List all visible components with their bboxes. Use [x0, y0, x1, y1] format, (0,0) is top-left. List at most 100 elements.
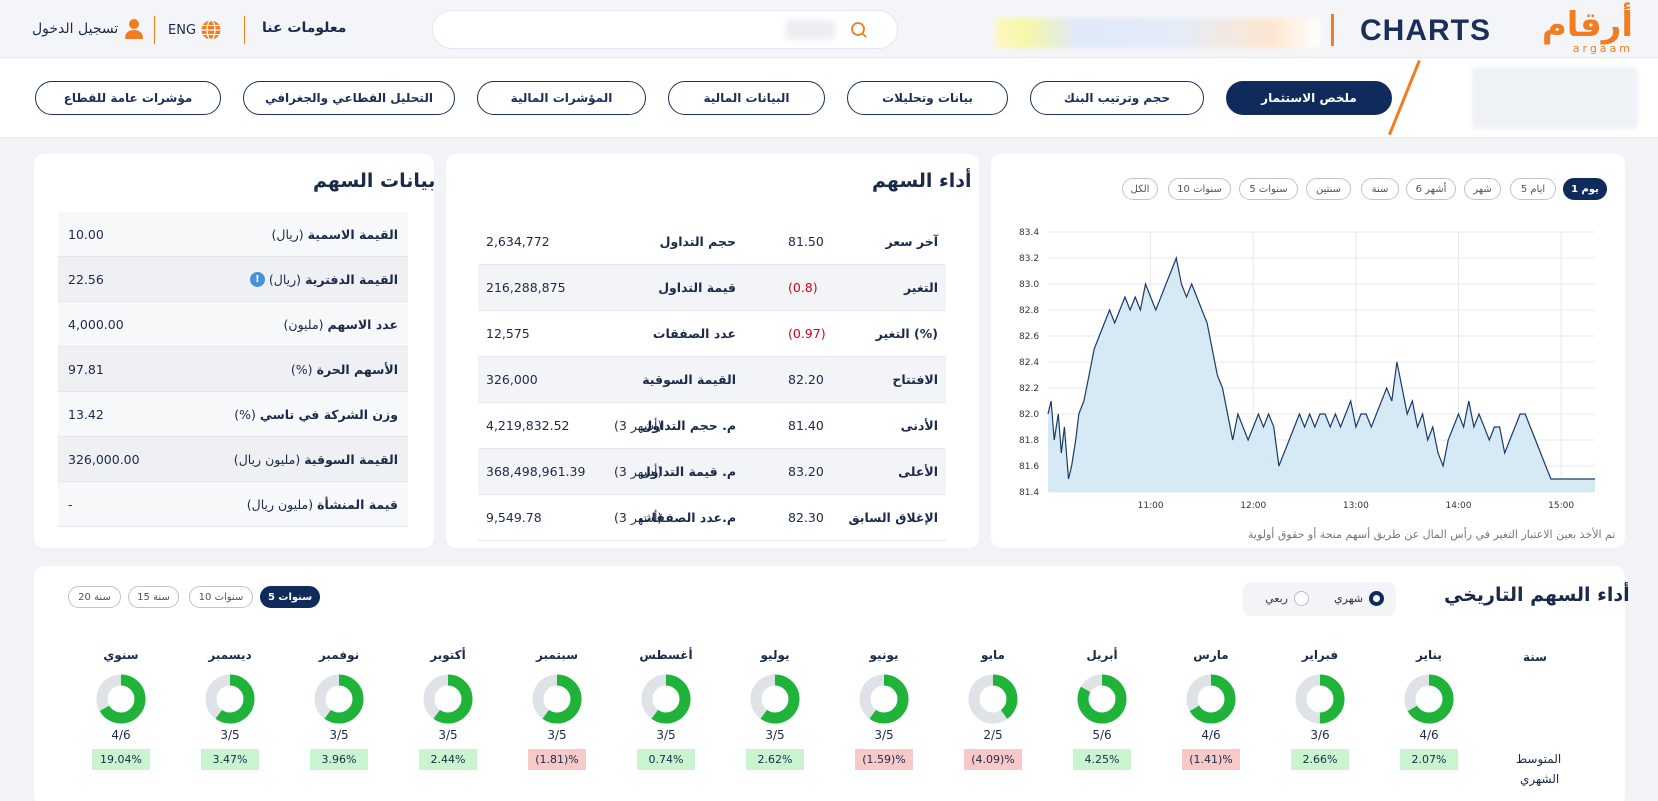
- range-pill[interactable]: 5 سنوات: [260, 586, 320, 608]
- price-chart: 83.4 83.2 83.0 82.8 82.6 82.4 82.2 82.0 81.8 81.6…: [1019, 228, 1595, 510]
- data-value: 10.00: [68, 227, 104, 242]
- period-pill[interactable]: شهر: [1464, 178, 1501, 200]
- month-name: سنوي: [103, 648, 139, 662]
- info-icon[interactable]: !: [249, 272, 265, 287]
- period-pill[interactable]: 1 يوم: [1563, 178, 1607, 200]
- data-label-text: القيمة الاسمية: [307, 227, 398, 242]
- radio-monthly[interactable]: شهري: [1334, 591, 1384, 606]
- ticker-strip: [995, 18, 1320, 48]
- language-label: ENG: [168, 22, 197, 38]
- y-tick-label: 81.8: [1019, 436, 1039, 446]
- metric-value: 12,575: [486, 326, 530, 341]
- period-pill[interactable]: 10 سنوات: [1168, 178, 1231, 200]
- about-link[interactable]: معلومات عنا: [262, 20, 346, 36]
- table-row: التغير (%) (0.97) عدد الصفقات 12,575: [478, 311, 946, 357]
- win-ratio-donut: [96, 674, 146, 724]
- globe-icon: [201, 19, 221, 41]
- radio-quarterly[interactable]: ربعي: [1265, 591, 1309, 606]
- win-ratio-donut: [750, 674, 800, 724]
- metric-period: (3 أشهر): [614, 464, 663, 479]
- metric-value: 82.30: [788, 510, 824, 525]
- period-pill[interactable]: سنة: [1361, 178, 1399, 200]
- top-bar: أرقام argaam CHARTS معلومات عنا ENG تسجي…: [0, 0, 1658, 58]
- month-name: أكتوبر: [430, 648, 466, 662]
- monthly-average-badge: 3.96%: [310, 749, 368, 770]
- divider: [244, 16, 245, 44]
- range-pill[interactable]: 20 سنة: [68, 586, 121, 608]
- divider: [154, 16, 155, 44]
- y-tick-label: 81.4: [1019, 488, 1039, 498]
- monthly-average-badge: 2.07%: [1400, 749, 1458, 770]
- data-value: 13.42: [68, 407, 104, 422]
- tab-investment-summary[interactable]: ملخص الاستثمار: [1226, 81, 1392, 115]
- month-column: مارس 4/6: [1181, 648, 1241, 742]
- data-unit: (%): [234, 407, 256, 422]
- month-column: نوفمبر 3/5: [309, 648, 369, 742]
- data-value: -: [68, 497, 73, 512]
- month-column: سنوي 4/6: [91, 648, 151, 742]
- month-name: مايو: [981, 648, 1005, 662]
- monthly-average-badge: (1.59)%: [855, 749, 913, 770]
- table-row: وزن الشركة في تاسي (%) 13.42: [58, 392, 408, 437]
- y-tick-label: 82.8: [1019, 306, 1039, 316]
- tab-sector-geo-analysis[interactable]: التحليل القطاعي والجغرافي: [243, 81, 455, 115]
- data-unit: (مليون ريال): [246, 497, 314, 512]
- metric-label: القيمة السوقية: [642, 372, 736, 387]
- tab-financial-indicators[interactable]: المؤشرات المالية: [477, 81, 646, 115]
- month-column: يناير 4/6: [1399, 648, 1459, 742]
- argaam-logo[interactable]: أرقام argaam: [1515, 8, 1633, 58]
- table-row: الافتتاح 82.20 القيمة السوقية 326,000: [478, 357, 946, 403]
- monthly-average-badge: (1.81)%: [528, 749, 586, 770]
- table-row: قيمة المنشأة (مليون ريال) -: [58, 482, 408, 527]
- radio-monthly-dot[interactable]: [1369, 591, 1384, 606]
- stock-data-table: القيمة الاسمية (ريال) 10.00 القيمة الدفترية…: [58, 212, 408, 527]
- x-tick-label: 11:00: [1138, 501, 1164, 510]
- win-ratio-donut: [1295, 674, 1345, 724]
- data-label: القيمة الدفترية (ريال)!: [249, 272, 398, 287]
- period-pill[interactable]: الكل: [1122, 178, 1158, 200]
- login-button[interactable]: تسجيل الدخول: [32, 18, 144, 40]
- tab-bank-size-ranking[interactable]: حجم وترتيب البنك: [1030, 81, 1204, 115]
- logo-divider: [1331, 14, 1334, 46]
- period-pill[interactable]: سنتين: [1306, 178, 1351, 200]
- data-unit: (%): [290, 362, 313, 377]
- language-switch[interactable]: ENG: [168, 19, 222, 41]
- company-logo: [1472, 67, 1638, 129]
- period-pill[interactable]: 6 أشهر: [1406, 178, 1456, 200]
- monthly-average-badge: 2.62%: [746, 749, 804, 770]
- metric-value: 368,498,961.39: [486, 464, 586, 479]
- metric-value: 326,000: [486, 372, 538, 387]
- period-pill[interactable]: 5 ايام: [1510, 178, 1556, 200]
- tab-financial-statements[interactable]: البيانات المالية: [668, 81, 825, 115]
- range-pill[interactable]: 15 سنة: [128, 586, 179, 608]
- monthly-average-badge: (4.09)%: [964, 749, 1022, 770]
- table-row: التغير (0.8) قيمة التداول 216,288,875: [478, 265, 946, 311]
- data-label-text: الأسهم الحرة: [316, 362, 398, 377]
- search-placeholder: [785, 20, 835, 40]
- data-label: القيمة السوقية (مليون ريال): [234, 452, 398, 467]
- range-pill[interactable]: 10 سنوات: [189, 586, 253, 608]
- month-name: ديسمبر: [208, 648, 252, 662]
- table-row: الإغلاق السابق 82.30 م.عدد الصفقات (3 أشهر)…: [478, 495, 946, 541]
- y-tick-label: 81.6: [1019, 462, 1039, 472]
- tab-sector-indicators[interactable]: مؤشرات عامة للقطاع: [35, 81, 221, 115]
- period-pill[interactable]: 5 سنوات: [1239, 178, 1298, 200]
- data-value: 22.56: [68, 272, 104, 287]
- month-name: نوفمبر: [318, 648, 360, 662]
- tab-data-analysis[interactable]: بيانات وتحليلات: [847, 81, 1008, 115]
- data-label-text: عدد الاسهم: [327, 317, 398, 332]
- win-ratio: 4/6: [111, 728, 131, 742]
- table-row: القيمة السوقية (مليون ريال) 326,000.00: [58, 437, 408, 482]
- radio-quarterly-dot[interactable]: [1294, 591, 1309, 606]
- month-name: يونيو: [869, 648, 899, 662]
- chart-note: تم الأخذ بعين الاعتبار التغير في رأس الم…: [1248, 528, 1616, 541]
- metric-value: 82.20: [788, 372, 824, 387]
- month-column: يونيو 3/5: [854, 648, 914, 742]
- metric-label: الإغلاق السابق: [848, 510, 938, 525]
- x-tick-label: 12:00: [1240, 501, 1266, 510]
- charts-logo[interactable]: CHARTS: [1360, 14, 1491, 48]
- y-tick-label: 82.6: [1019, 332, 1039, 342]
- monthly-average-badge: 4.25%: [1073, 749, 1131, 770]
- search-button[interactable]: [839, 12, 879, 47]
- month-name: يناير: [1416, 648, 1442, 662]
